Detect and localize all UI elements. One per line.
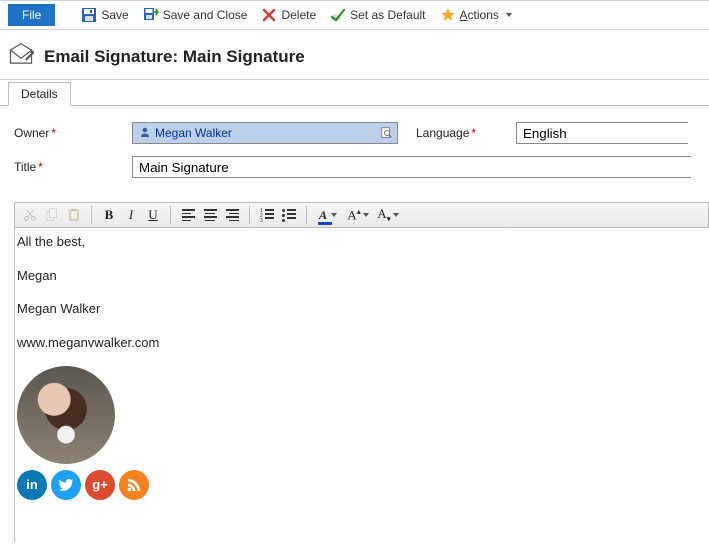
page-header: Email Signature: Main Signature	[0, 30, 709, 79]
row-title: Title*	[14, 156, 701, 178]
set-as-default-label: Set as Default	[350, 8, 425, 22]
signature-line: Megan Walker	[17, 299, 705, 319]
title-label: Title*	[14, 160, 132, 174]
actions-menu-button[interactable]: Actions	[436, 1, 522, 29]
chevron-down-icon	[506, 13, 512, 17]
signature-editor[interactable]: All the best, Megan Megan Walker www.meg…	[14, 228, 709, 542]
social-row: in g+	[17, 470, 705, 500]
lookup-search-icon[interactable]	[379, 125, 395, 141]
googleplus-icon[interactable]: g+	[85, 470, 115, 500]
unordered-list-button[interactable]	[278, 205, 300, 225]
row-owner-language: Owner* Megan Walker Language*	[14, 122, 701, 144]
copy-button[interactable]	[41, 205, 63, 225]
font-size-decrease-button[interactable]: A▾	[373, 205, 403, 225]
save-and-close-label: Save and Close	[163, 8, 248, 22]
page-title: Email Signature: Main Signature	[44, 47, 305, 67]
font-color-button[interactable]: A	[313, 205, 343, 225]
owner-lookup[interactable]: Megan Walker	[132, 122, 398, 144]
align-right-button[interactable]	[221, 205, 243, 225]
save-button[interactable]: Save	[77, 1, 138, 29]
editor-toolbar: B I U 123 A A▴	[14, 202, 709, 228]
owner-label: Owner*	[14, 126, 132, 140]
align-left-button[interactable]	[177, 205, 199, 225]
save-label: Save	[101, 8, 128, 22]
bold-button[interactable]: B	[98, 205, 120, 225]
delete-label: Delete	[281, 8, 316, 22]
italic-button[interactable]: I	[120, 205, 142, 225]
delete-button[interactable]: Delete	[257, 1, 326, 29]
ribbon-bar: File Save Save and Close Delete Set as D…	[0, 0, 709, 30]
font-size-increase-button[interactable]: A▴	[343, 205, 373, 225]
language-label: Language*	[416, 126, 516, 140]
title-input[interactable]	[132, 156, 691, 178]
paste-button[interactable]	[63, 205, 85, 225]
actions-label: Actions	[460, 8, 499, 22]
align-center-button[interactable]	[199, 205, 221, 225]
save-icon	[81, 7, 97, 23]
twitter-icon[interactable]	[51, 470, 81, 500]
save-close-icon	[143, 7, 159, 23]
owner-value[interactable]: Megan Walker	[155, 126, 232, 140]
delete-icon	[261, 7, 277, 23]
avatar	[17, 366, 115, 464]
linkedin-icon[interactable]: in	[17, 470, 47, 500]
form-area: Owner* Megan Walker Language* Title	[0, 106, 709, 202]
language-input[interactable]	[516, 122, 688, 144]
file-button[interactable]: File	[8, 4, 55, 26]
email-signature-icon	[8, 42, 34, 71]
rss-icon[interactable]	[119, 470, 149, 500]
signature-line: All the best,	[17, 232, 705, 252]
tab-row: Details	[0, 80, 709, 106]
signature-line: www.meganvwalker.com	[17, 333, 705, 353]
ordered-list-button[interactable]: 123	[256, 205, 278, 225]
signature-line: Megan	[17, 266, 705, 286]
actions-star-icon	[440, 7, 456, 23]
underline-button[interactable]: U	[142, 205, 164, 225]
tab-details[interactable]: Details	[8, 82, 71, 106]
check-default-icon	[330, 7, 346, 23]
person-icon	[139, 126, 151, 141]
cut-button[interactable]	[19, 205, 41, 225]
set-as-default-button[interactable]: Set as Default	[326, 1, 435, 29]
save-and-close-button[interactable]: Save and Close	[139, 1, 258, 29]
